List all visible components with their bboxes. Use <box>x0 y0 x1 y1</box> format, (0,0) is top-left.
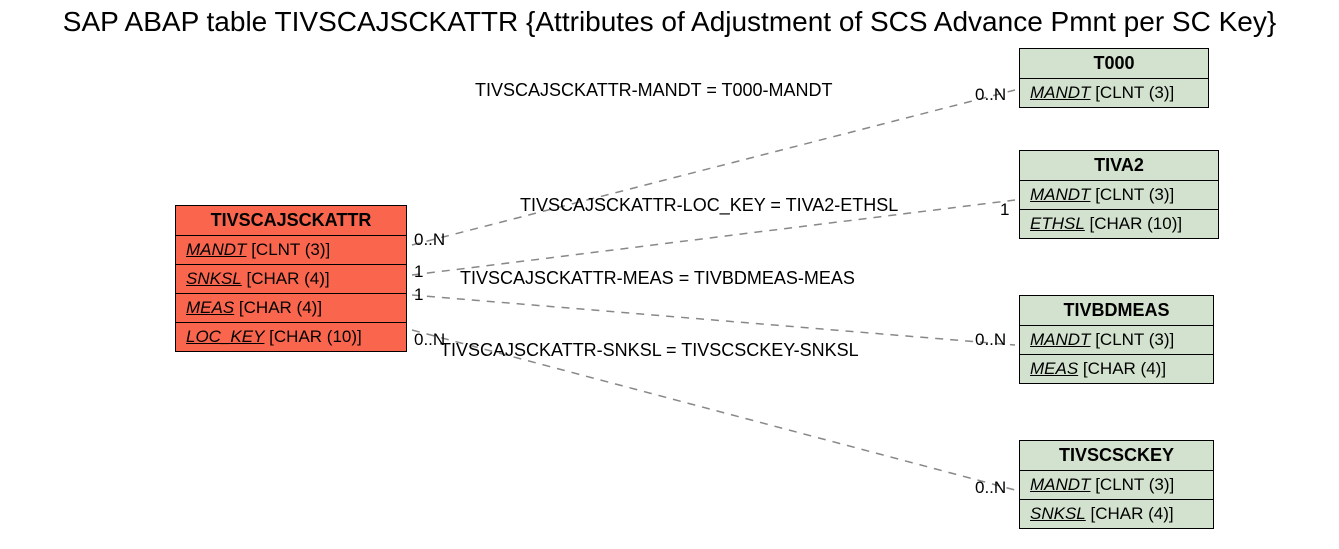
relation-label: TIVSCAJSCKATTR-SNKSL = TIVSCSCKEY-SNKSL <box>440 340 859 361</box>
cardinality: 1 <box>1000 200 1009 220</box>
relation-label: TIVSCAJSCKATTR-MANDT = T000-MANDT <box>475 80 833 101</box>
cardinality: 1 <box>414 285 423 305</box>
field-row: MANDT [CLNT (3)] <box>1020 326 1213 355</box>
field-row: MEAS [CHAR (4)] <box>176 294 406 323</box>
entity-header: TIVSCAJSCKATTR <box>176 206 406 236</box>
entity-tivscsckey: TIVSCSCKEY MANDT [CLNT (3)] SNKSL [CHAR … <box>1019 440 1214 529</box>
field-row: SNKSL [CHAR (4)] <box>176 265 406 294</box>
field-row: MANDT [CLNT (3)] <box>1020 181 1218 210</box>
cardinality: 0..N <box>414 330 445 350</box>
cardinality: 0..N <box>975 85 1006 105</box>
field-row: SNKSL [CHAR (4)] <box>1020 500 1213 528</box>
entity-header: TIVBDMEAS <box>1020 296 1213 326</box>
entity-tiva2: TIVA2 MANDT [CLNT (3)] ETHSL [CHAR (10)] <box>1019 150 1219 239</box>
entity-header: TIVA2 <box>1020 151 1218 181</box>
entity-tivbdmeas: TIVBDMEAS MANDT [CLNT (3)] MEAS [CHAR (4… <box>1019 295 1214 384</box>
entity-tivscajsckattr: TIVSCAJSCKATTR MANDT [CLNT (3)] SNKSL [C… <box>175 205 407 352</box>
page-title: SAP ABAP table TIVSCAJSCKATTR {Attribute… <box>0 6 1339 38</box>
cardinality: 0..N <box>975 478 1006 498</box>
cardinality: 1 <box>414 262 423 282</box>
field-row: MANDT [CLNT (3)] <box>1020 471 1213 500</box>
entity-header: TIVSCSCKEY <box>1020 441 1213 471</box>
relation-label: TIVSCAJSCKATTR-LOC_KEY = TIVA2-ETHSL <box>520 195 898 216</box>
field-row: ETHSL [CHAR (10)] <box>1020 210 1218 238</box>
cardinality: 0..N <box>414 230 445 250</box>
cardinality: 0..N <box>975 330 1006 350</box>
field-row: MANDT [CLNT (3)] <box>1020 79 1208 107</box>
relation-label: TIVSCAJSCKATTR-MEAS = TIVBDMEAS-MEAS <box>460 268 855 289</box>
field-row: MEAS [CHAR (4)] <box>1020 355 1213 383</box>
entity-header: T000 <box>1020 49 1208 79</box>
field-row: LOC_KEY [CHAR (10)] <box>176 323 406 351</box>
entity-t000: T000 MANDT [CLNT (3)] <box>1019 48 1209 108</box>
field-row: MANDT [CLNT (3)] <box>176 236 406 265</box>
